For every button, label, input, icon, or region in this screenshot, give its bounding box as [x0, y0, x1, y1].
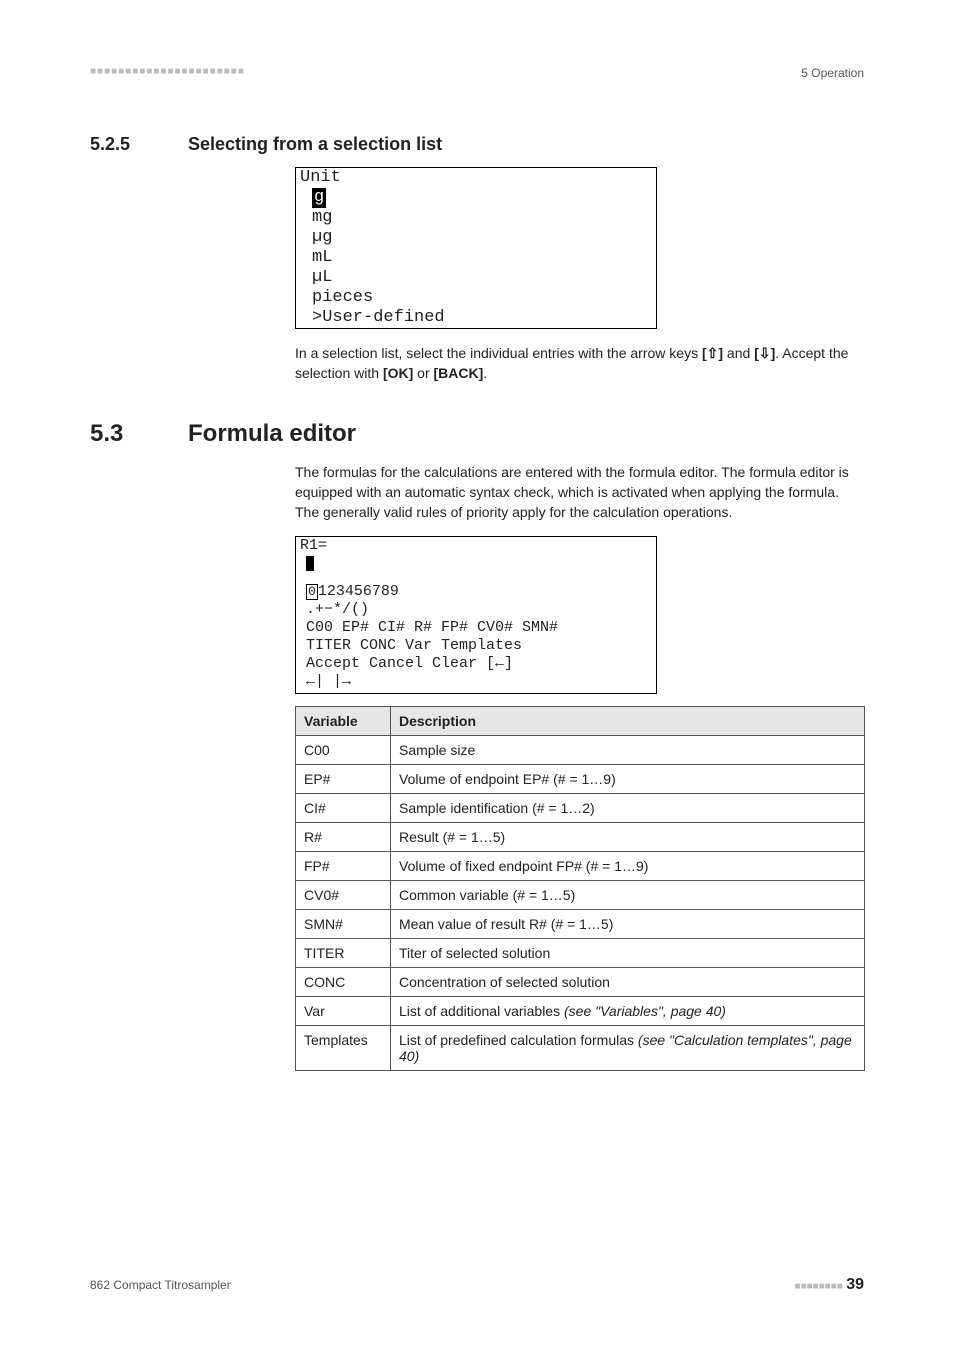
formula-editor-paragraph: The formulas for the calculations are en… — [295, 462, 865, 523]
footer-right: ■■■■■■■■ 39 — [795, 1276, 864, 1294]
formula-editor-box: R1= 0123456789 .+−*/() C00 EP# CI# R# FP… — [295, 536, 657, 694]
formula-header: R1= — [296, 537, 656, 555]
text-fragment: and — [723, 345, 754, 361]
heading-53-title: Formula editor — [188, 420, 356, 448]
formula-cursor-line — [296, 555, 656, 573]
table-header-row: Variable Description — [296, 707, 865, 736]
table-row: TITERTiter of selected solution — [296, 939, 865, 968]
table-row: R#Result (# = 1…5) — [296, 823, 865, 852]
selection-list-item: mL — [296, 248, 656, 268]
formula-vars-row: C00 EP# CI# R# FP# CV0# SMN# — [296, 619, 656, 637]
desc-cell: Titer of selected solution — [391, 939, 865, 968]
text-cursor-icon — [306, 556, 314, 571]
desc-cell: Sample identification (# = 1…2) — [391, 794, 865, 823]
desc-cell: Sample size — [391, 736, 865, 765]
desc-cell: List of predefined calculation formulas … — [391, 1026, 865, 1071]
formula-digits-rest: 123456789 — [318, 583, 399, 600]
key-up: [⇧] — [702, 345, 723, 361]
footer-squares: ■■■■■■■■ — [795, 1281, 843, 1292]
formula-digits-row: 0123456789 — [296, 583, 656, 601]
desc-text: List of additional variables — [399, 1003, 564, 1019]
selection-list-item: pieces — [296, 288, 656, 308]
page-content: 5.2.5 Selecting from a selection list Un… — [90, 134, 864, 1071]
desc-cell: Common variable (# = 1…5) — [391, 881, 865, 910]
selection-list-item: µg — [296, 228, 656, 248]
table-row: CONCConcentration of selected solution — [296, 968, 865, 997]
key-back: [BACK] — [434, 365, 484, 381]
table-row: EP#Volume of endpoint EP# (# = 1…9) — [296, 765, 865, 794]
header-squares-left: ■■■■■■■■■■■■■■■■■■■■■■ — [90, 66, 245, 80]
table-row: SMN#Mean value of result R# (# = 1…5) — [296, 910, 865, 939]
desc-text: List of predefined calculation formulas — [399, 1032, 638, 1048]
formula-operators-row: .+−*/() — [296, 601, 656, 619]
selection-list-item: >User-defined — [296, 308, 656, 328]
heading-53-number: 5.3 — [90, 420, 188, 448]
var-cell: C00 — [296, 736, 391, 765]
formula-accept-row: Accept Cancel Clear [←] — [296, 655, 656, 673]
var-cell: CI# — [296, 794, 391, 823]
page-footer: 862 Compact Titrosampler ■■■■■■■■ 39 — [90, 1276, 864, 1294]
text-fragment: In a selection list, select the individu… — [295, 345, 702, 361]
var-cell: R# — [296, 823, 391, 852]
spacer — [296, 573, 656, 583]
text-fragment: or — [413, 365, 433, 381]
var-cell: Var — [296, 997, 391, 1026]
heading-525: 5.2.5 Selecting from a selection list — [90, 134, 864, 155]
var-cell: EP# — [296, 765, 391, 794]
var-cell: CV0# — [296, 881, 391, 910]
table-header-variable: Variable — [296, 707, 391, 736]
heading-525-number: 5.2.5 — [90, 134, 188, 155]
chapter-label: 5 Operation — [801, 66, 864, 80]
table-row: CI#Sample identification (# = 1…2) — [296, 794, 865, 823]
desc-cell: Volume of endpoint EP# (# = 1…9) — [391, 765, 865, 794]
selection-list-item: µL — [296, 268, 656, 288]
selection-list-paragraph: In a selection list, select the individu… — [295, 343, 865, 384]
table-row: CV0#Common variable (# = 1…5) — [296, 881, 865, 910]
page-number: 39 — [846, 1276, 864, 1293]
desc-cell: Volume of fixed endpoint FP# (# = 1…9) — [391, 852, 865, 881]
selection-list-box: Unit g mg µg mL µL pieces >User-defined — [295, 167, 657, 329]
table-row: FP#Volume of fixed endpoint FP# (# = 1…9… — [296, 852, 865, 881]
heading-53: 5.3 Formula editor — [90, 420, 864, 448]
page-header: ■■■■■■■■■■■■■■■■■■■■■■ 5 Operation — [90, 66, 864, 80]
selection-list-item: mg — [296, 208, 656, 228]
key-down: [⇩] — [754, 345, 775, 361]
selection-list-selected: g — [296, 188, 656, 208]
table-row: TemplatesList of predefined calculation … — [296, 1026, 865, 1071]
text-fragment: . — [483, 365, 487, 381]
table-row: C00Sample size — [296, 736, 865, 765]
desc-cell: List of additional variables (see "Varia… — [391, 997, 865, 1026]
table-header-description: Description — [391, 707, 865, 736]
var-cell: FP# — [296, 852, 391, 881]
formula-digit-highlighted: 0 — [306, 584, 318, 600]
desc-cell: Concentration of selected solution — [391, 968, 865, 997]
variables-table: Variable Description C00Sample size EP#V… — [295, 706, 865, 1071]
key-ok: [OK] — [383, 365, 413, 381]
desc-cell: Mean value of result R# (# = 1…5) — [391, 910, 865, 939]
desc-italic: (see "Variables", page 40) — [564, 1003, 726, 1019]
desc-cell: Result (# = 1…5) — [391, 823, 865, 852]
formula-arrows-row: ←| |→ — [296, 673, 656, 691]
selection-list-header: Unit — [296, 168, 656, 188]
var-cell: CONC — [296, 968, 391, 997]
table-row: VarList of additional variables (see "Va… — [296, 997, 865, 1026]
selection-list-selected-value: g — [312, 188, 326, 208]
var-cell: Templates — [296, 1026, 391, 1071]
heading-525-title: Selecting from a selection list — [188, 134, 442, 155]
footer-product: 862 Compact Titrosampler — [90, 1278, 231, 1292]
formula-more-row: TITER CONC Var Templates — [296, 637, 656, 655]
var-cell: SMN# — [296, 910, 391, 939]
var-cell: TITER — [296, 939, 391, 968]
